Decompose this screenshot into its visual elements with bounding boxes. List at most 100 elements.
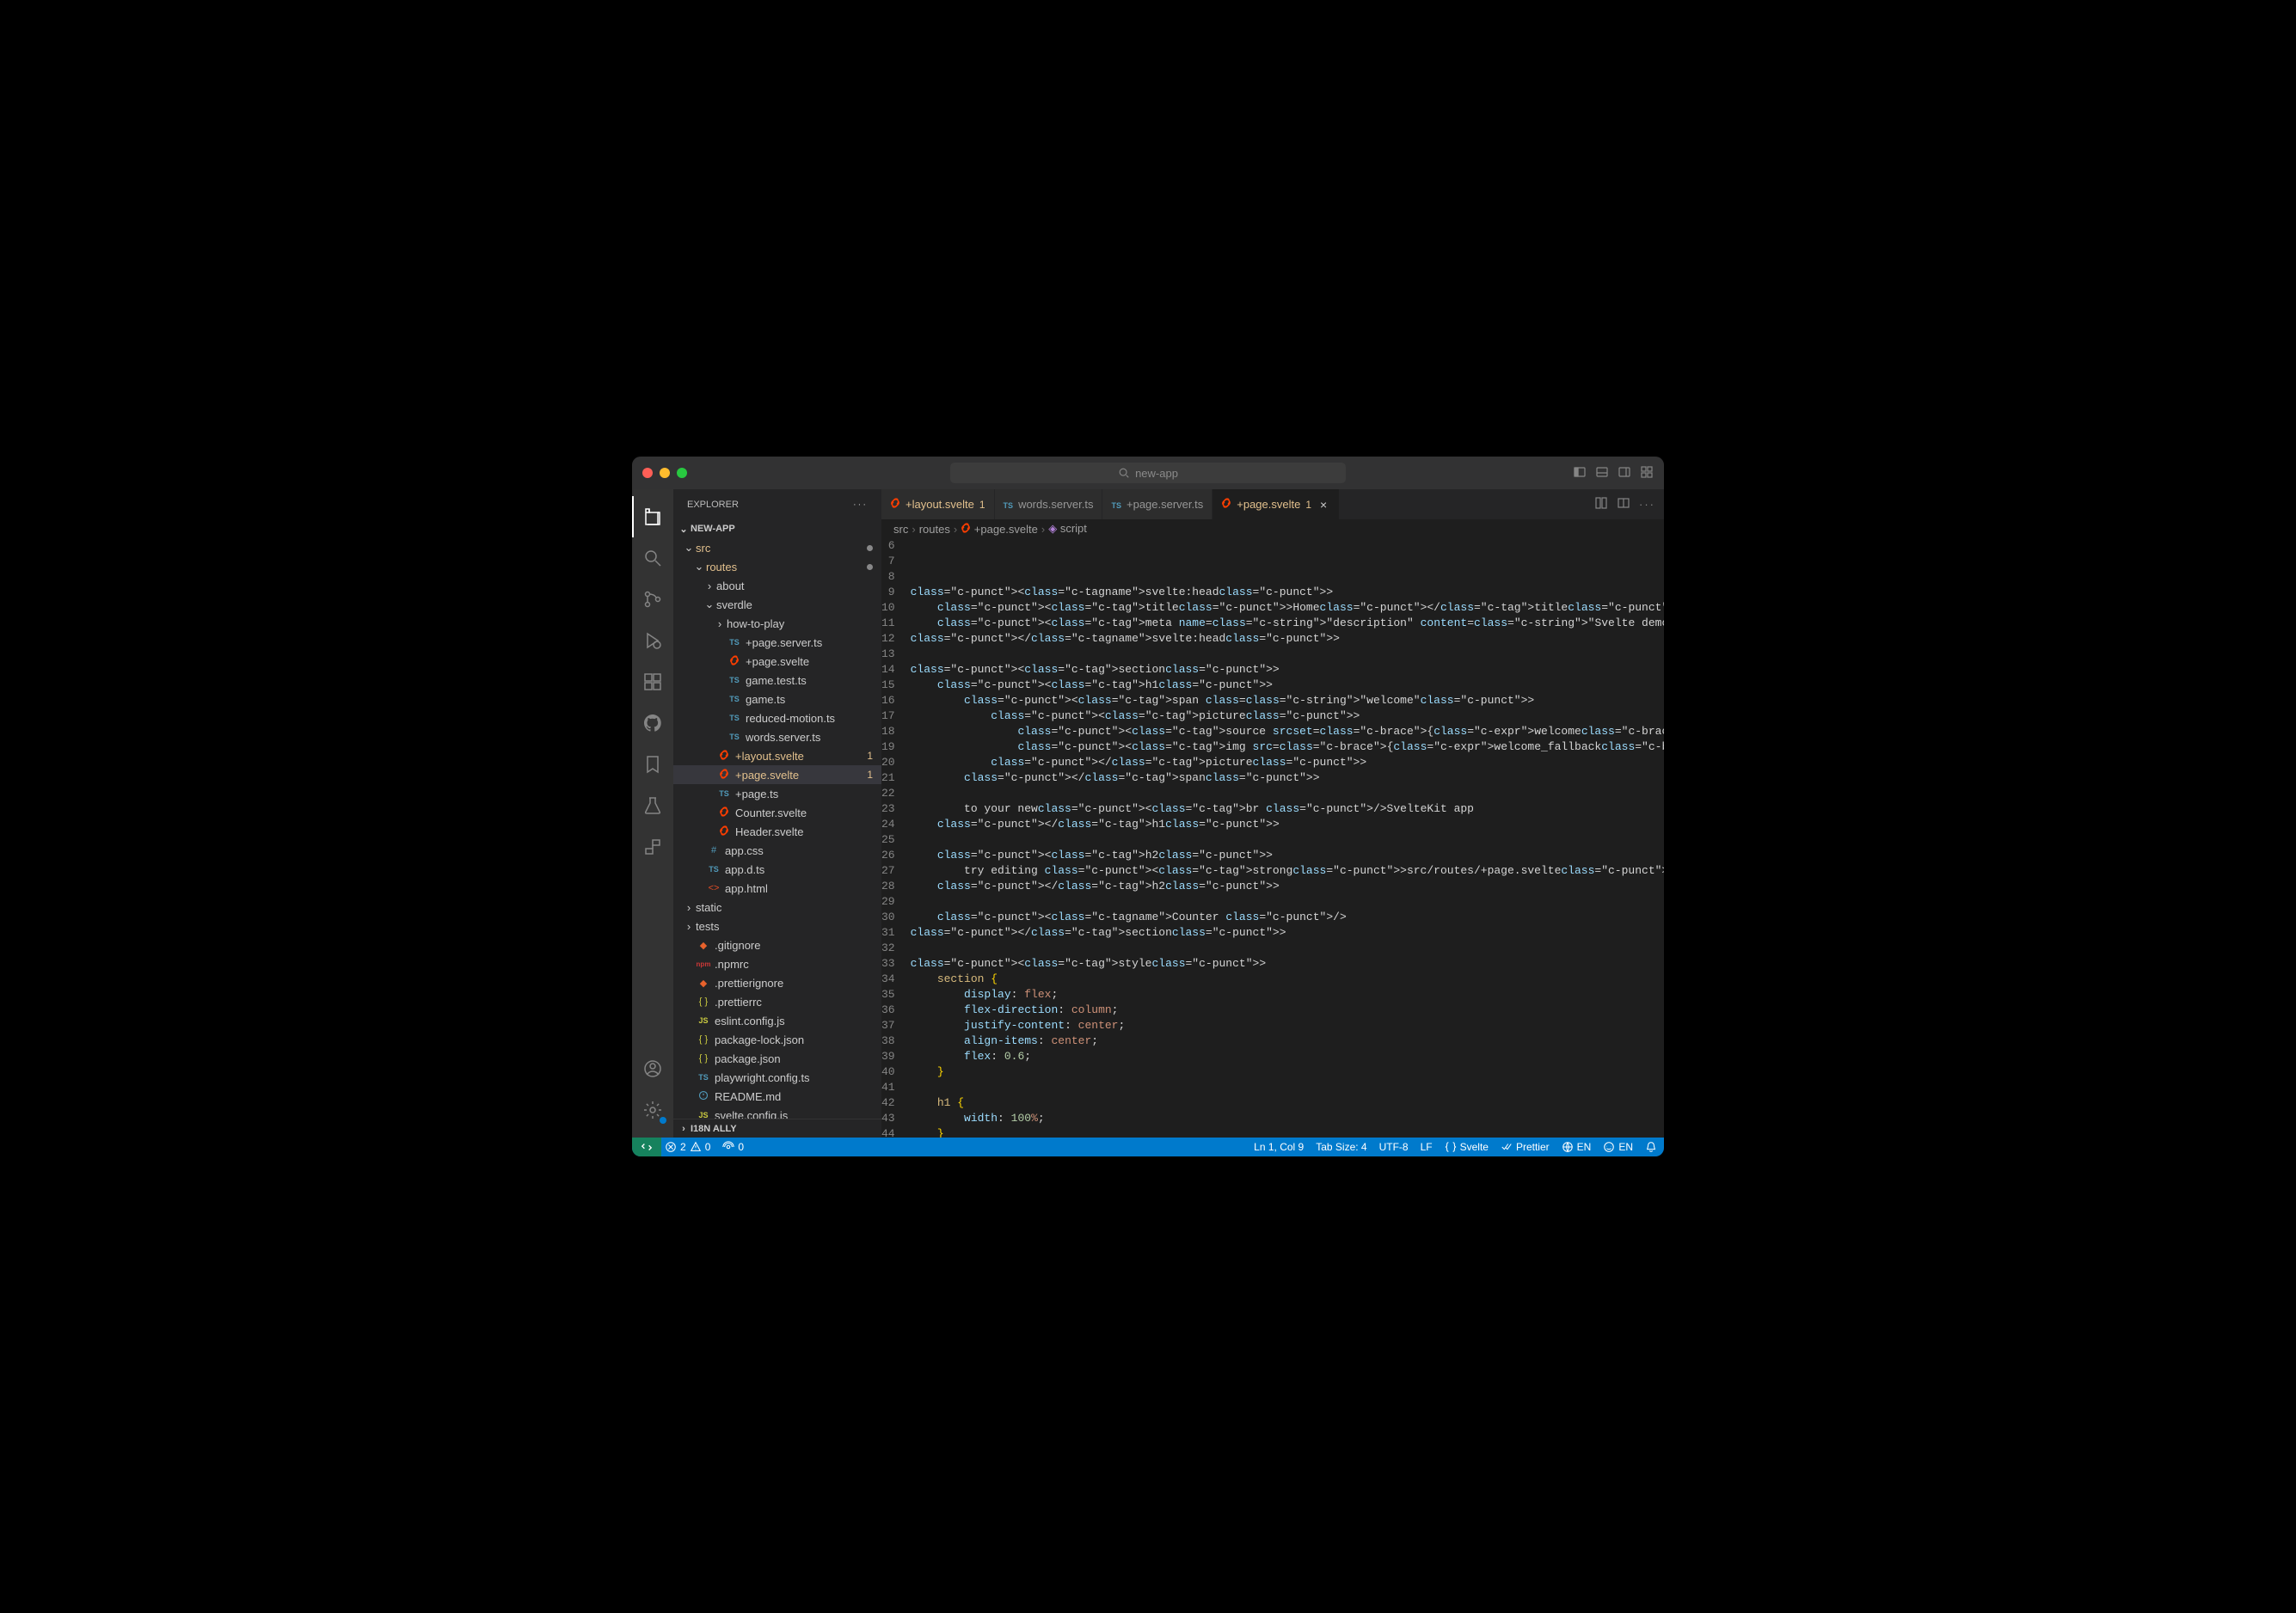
remote-indicator[interactable] bbox=[632, 1138, 661, 1156]
tree-row[interactable]: #app.css bbox=[673, 841, 881, 860]
js-file-icon: JS bbox=[696, 1111, 711, 1119]
activity-bookmarks[interactable] bbox=[632, 744, 673, 785]
tree-row[interactable]: ⌄sverdle bbox=[673, 595, 881, 614]
window-close-button[interactable] bbox=[642, 468, 653, 478]
editor-tab[interactable]: TSwords.server.ts bbox=[995, 489, 1103, 519]
breadcrumb-segment[interactable]: +page.svelte bbox=[961, 523, 1038, 536]
tree-row[interactable]: <>app.html bbox=[673, 879, 881, 898]
git-file-icon: ◆ bbox=[696, 978, 711, 989]
code-editor[interactable]: 6789101112131415161718192021222324252627… bbox=[881, 538, 1664, 1138]
command-center-text: new-app bbox=[1135, 467, 1178, 480]
window-minimize-button[interactable] bbox=[660, 468, 670, 478]
tree-row[interactable]: { }.prettierrc bbox=[673, 992, 881, 1011]
i18n-section-header[interactable]: › I18N ALLY bbox=[673, 1119, 881, 1138]
tree-row[interactable]: TS+page.ts bbox=[673, 784, 881, 803]
file-label: +page.ts bbox=[735, 788, 873, 800]
status-lang1[interactable]: EN bbox=[1562, 1141, 1592, 1153]
tree-row[interactable]: Counter.svelte bbox=[673, 803, 881, 822]
tree-row[interactable]: JSeslint.config.js bbox=[673, 1011, 881, 1030]
activity-explorer[interactable] bbox=[632, 496, 673, 537]
tree-row[interactable]: JSsvelte.config.js bbox=[673, 1106, 881, 1119]
tree-row[interactable]: ›static bbox=[673, 898, 881, 917]
layout-primary-sidebar-icon[interactable] bbox=[1573, 465, 1587, 481]
code-line: class="c-punct"><class="c-tagname">svelt… bbox=[911, 585, 1664, 600]
tree-row[interactable]: { }package-lock.json bbox=[673, 1030, 881, 1049]
tree-row[interactable]: ◆.gitignore bbox=[673, 935, 881, 954]
status-language[interactable]: Svelte bbox=[1445, 1141, 1489, 1153]
breadcrumb-segment[interactable]: src bbox=[893, 523, 908, 536]
tree-row[interactable]: TSapp.d.ts bbox=[673, 860, 881, 879]
activity-i18n[interactable] bbox=[632, 826, 673, 868]
editor-more-icon[interactable]: ··· bbox=[1639, 498, 1655, 511]
chevron-down-icon: ⌄ bbox=[677, 524, 691, 535]
activity-test[interactable] bbox=[632, 785, 673, 826]
editor-tab[interactable]: +page.svelte1× bbox=[1212, 489, 1340, 519]
customize-layout-icon[interactable] bbox=[1640, 465, 1654, 481]
activity-source-control[interactable] bbox=[632, 579, 673, 620]
tree-row[interactable]: TS+page.server.ts bbox=[673, 633, 881, 652]
breadcrumb-segment[interactable]: ◈ script bbox=[1048, 522, 1087, 536]
status-bell[interactable] bbox=[1645, 1141, 1657, 1153]
editor-tab[interactable]: +layout.svelte1 bbox=[881, 489, 995, 519]
project-section-header[interactable]: ⌄ NEW-APP bbox=[673, 519, 881, 538]
breadcrumb-segment[interactable]: routes bbox=[919, 523, 950, 536]
tree-row[interactable]: { }package.json bbox=[673, 1049, 881, 1068]
tree-row[interactable]: ›tests bbox=[673, 917, 881, 935]
json-file-icon: { } bbox=[696, 1034, 711, 1045]
file-label: README.md bbox=[715, 1090, 873, 1103]
status-problems[interactable]: 2 0 bbox=[665, 1141, 710, 1153]
line-number: 12 bbox=[881, 631, 895, 647]
activity-settings[interactable] bbox=[632, 1089, 673, 1131]
status-eol[interactable]: LF bbox=[1421, 1141, 1433, 1153]
compare-changes-icon[interactable] bbox=[1594, 496, 1608, 512]
tree-row[interactable]: +layout.svelte1 bbox=[673, 746, 881, 765]
tree-row[interactable]: npm.npmrc bbox=[673, 954, 881, 973]
line-number: 13 bbox=[881, 647, 895, 662]
error-count: 2 bbox=[680, 1141, 686, 1153]
status-lang2[interactable]: EN bbox=[1603, 1141, 1633, 1153]
tab-label: +page.server.ts bbox=[1127, 498, 1203, 511]
tree-row[interactable]: TSgame.ts bbox=[673, 690, 881, 708]
tree-row[interactable]: ›how-to-play bbox=[673, 614, 881, 633]
sidebar-more-icon[interactable]: ··· bbox=[853, 500, 868, 510]
status-tabsize[interactable]: Tab Size: 4 bbox=[1316, 1141, 1366, 1153]
tree-row[interactable]: ⌄src bbox=[673, 538, 881, 557]
tree-row[interactable]: ◆ .prettierignore bbox=[673, 973, 881, 992]
tree-row[interactable]: ⌄routes bbox=[673, 557, 881, 576]
activity-search[interactable] bbox=[632, 537, 673, 579]
tree-row[interactable]: +page.svelte bbox=[673, 652, 881, 671]
split-editor-icon[interactable] bbox=[1617, 496, 1630, 512]
tree-row[interactable]: TSplaywright.config.ts bbox=[673, 1068, 881, 1087]
tab-close-icon[interactable]: × bbox=[1317, 498, 1330, 512]
status-ports[interactable]: 0 bbox=[722, 1141, 744, 1153]
layout-secondary-sidebar-icon[interactable] bbox=[1618, 465, 1631, 481]
editor-tab[interactable]: TS+page.server.ts bbox=[1102, 489, 1212, 519]
status-prettier[interactable]: Prettier bbox=[1501, 1141, 1550, 1153]
breadcrumbs[interactable]: src›routes› +page.svelte›◈ script bbox=[881, 519, 1664, 538]
tree-row[interactable]: TSgame.test.ts bbox=[673, 671, 881, 690]
file-tree[interactable]: ⌄src⌄routes›about⌄sverdle›how-to-playTS+… bbox=[673, 538, 881, 1119]
code-content[interactable]: class="c-punct"><class="c-tagname">svelt… bbox=[911, 538, 1664, 1138]
status-cursor[interactable]: Ln 1, Col 9 bbox=[1254, 1141, 1304, 1153]
tree-row[interactable]: Header.svelte bbox=[673, 822, 881, 841]
layout-panel-icon[interactable] bbox=[1595, 465, 1609, 481]
editor-area: +layout.svelte1TSwords.server.tsTS+page.… bbox=[881, 489, 1664, 1138]
line-number: 44 bbox=[881, 1126, 895, 1138]
activity-run-debug[interactable] bbox=[632, 620, 673, 661]
file-label: .prettierignore bbox=[715, 977, 873, 990]
tree-row[interactable]: TSreduced-motion.ts bbox=[673, 708, 881, 727]
window-maximize-button[interactable] bbox=[677, 468, 687, 478]
activity-extensions[interactable] bbox=[632, 661, 673, 702]
tree-row[interactable]: README.md bbox=[673, 1087, 881, 1106]
line-number: 16 bbox=[881, 693, 895, 708]
svelte-file-icon bbox=[716, 750, 732, 763]
activity-accounts[interactable] bbox=[632, 1048, 673, 1089]
code-line bbox=[911, 569, 1664, 585]
tree-row[interactable]: TSwords.server.ts bbox=[673, 727, 881, 746]
activity-github[interactable] bbox=[632, 702, 673, 744]
tree-row[interactable]: ›about bbox=[673, 576, 881, 595]
tree-row[interactable]: +page.svelte1 bbox=[673, 765, 881, 784]
status-encoding[interactable]: UTF-8 bbox=[1379, 1141, 1409, 1153]
command-center[interactable]: new-app bbox=[950, 463, 1346, 483]
breadcrumb-separator-icon: › bbox=[1041, 523, 1045, 536]
